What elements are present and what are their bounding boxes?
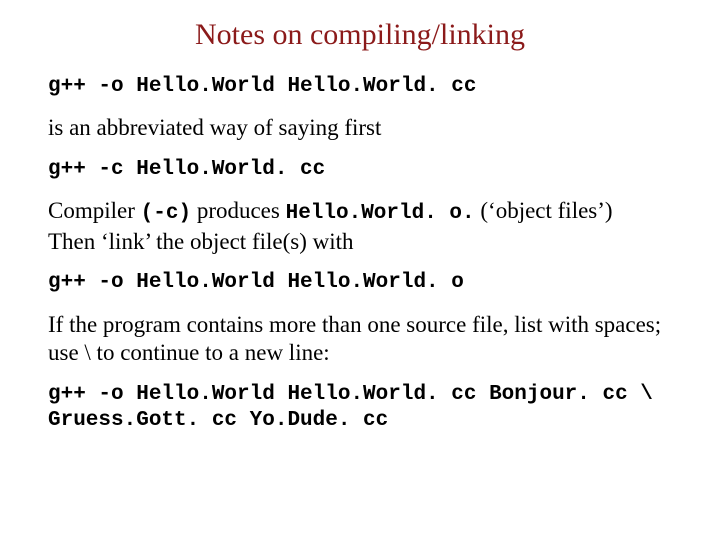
p2-text-c: (‘object files’)	[475, 198, 613, 223]
prose-2: Compiler (-c) produces Hello.World. o. (…	[48, 197, 672, 256]
p2-flag: (-c)	[141, 202, 191, 225]
p2-line2: Then ‘link’ the object file(s) with	[48, 229, 354, 254]
code-block-1: g++ -o Hello.World Hello.World. cc	[48, 74, 672, 100]
code-block-4: g++ -o Hello.World Hello.World. cc Bonjo…	[48, 382, 672, 435]
prose-3: If the program contains more than one so…	[48, 311, 672, 369]
p2-text-a: Compiler	[48, 198, 141, 223]
prose-1: is an abbreviated way of saying first	[48, 114, 672, 143]
code-block-3: g++ -o Hello.World Hello.World. o	[48, 270, 672, 296]
code-block-2: g++ -c Hello.World. cc	[48, 157, 672, 183]
p2-obj: Hello.World. o.	[286, 202, 475, 225]
slide-title: Notes on compiling/linking	[48, 18, 672, 52]
p2-text-b: produces	[191, 198, 286, 223]
slide: Notes on compiling/linking g++ -o Hello.…	[0, 0, 720, 540]
